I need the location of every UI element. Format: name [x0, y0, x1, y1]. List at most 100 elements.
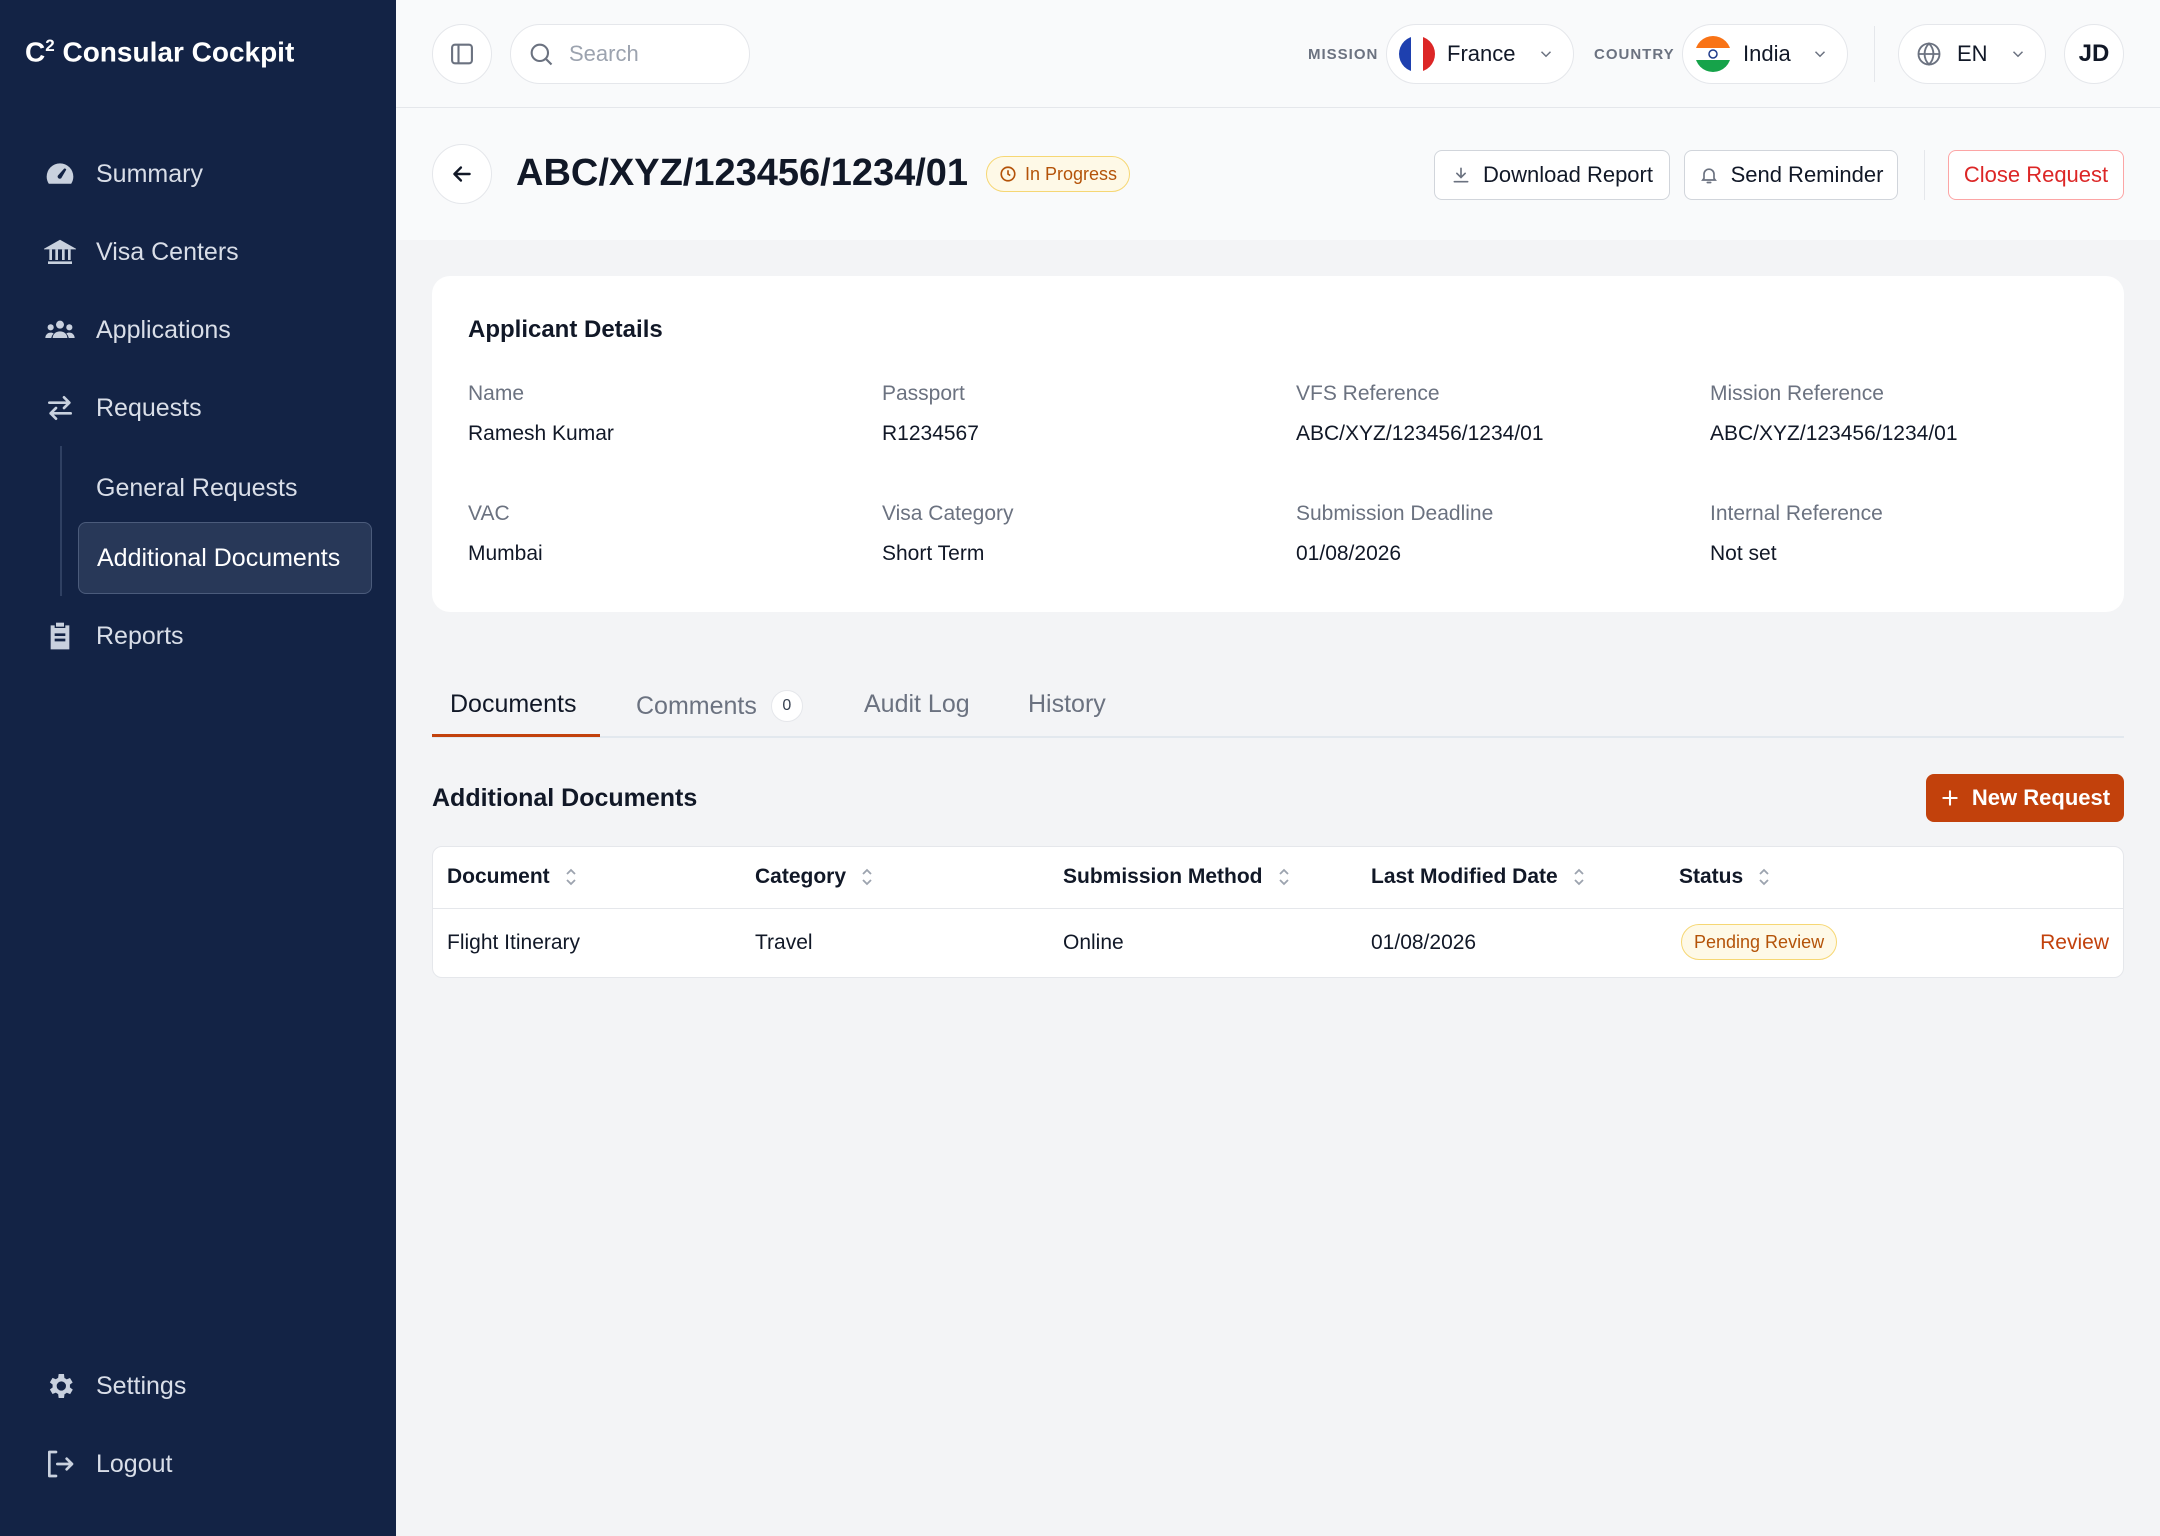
tab-history[interactable]: History [1028, 690, 1106, 719]
tab-label: Documents [450, 690, 577, 718]
gear-icon [40, 1366, 80, 1406]
column-header-document[interactable]: Document [447, 865, 578, 889]
download-report-button[interactable]: Download Report [1434, 150, 1670, 200]
mission-select[interactable]: France [1386, 24, 1574, 84]
cell-last-modified-date: 01/08/2026 [1371, 931, 1477, 954]
bell-icon [1700, 168, 1717, 184]
sidebar-subitem-additional-documents[interactable]: Additional Documents [78, 522, 372, 594]
sort-icon [1278, 868, 1289, 886]
sidebar-item-reports[interactable]: Reports [40, 610, 184, 662]
sort-icon [566, 868, 576, 886]
column-header-submission-method[interactable]: Submission Method [1063, 865, 1291, 889]
new-request-label: New Request [1971, 785, 2111, 810]
country-select[interactable]: India [1682, 24, 1848, 84]
request-header: ABC/XYZ/123456/1234/01 In Progress Downl… [396, 108, 2160, 240]
field-value-submission-deadline: 01/08/2026 [1296, 542, 1402, 565]
cell-category: Travel [755, 931, 813, 954]
status-text: In Progress [1025, 163, 1118, 184]
status-badge-pending-review: Pending Review [1681, 924, 1838, 960]
tab-label: History [1028, 690, 1106, 718]
globe-icon [1917, 42, 1941, 66]
cell-submission-method: Online [1063, 931, 1124, 954]
clock-icon [1000, 166, 1016, 182]
sidebar-toggle-button[interactable] [432, 24, 492, 84]
country-value: India [1743, 41, 1791, 66]
search-placeholder: Search [569, 41, 639, 66]
chevron-down-icon [1540, 51, 1552, 58]
sidebar-toggle-icon [451, 43, 473, 65]
top-bar: Search MISSION France COUNTRY India EN J… [396, 0, 2160, 108]
brand-superscript: 2 [45, 36, 55, 55]
sidebar-item-requests[interactable]: Requests [40, 382, 202, 434]
user-avatar[interactable]: JD [2064, 24, 2124, 84]
sidebar-item-summary[interactable]: Summary [40, 148, 203, 200]
arrows-exchange-icon [40, 388, 80, 428]
users-icon [40, 310, 80, 350]
app-brand: C2 Consular Cockpit [25, 36, 294, 68]
field-label-submission-deadline: Submission Deadline [1296, 502, 1494, 525]
column-header-label: Document [447, 865, 550, 888]
section-title: Additional Documents [432, 784, 698, 812]
search-input[interactable]: Search [510, 24, 750, 84]
logout-icon [40, 1444, 80, 1484]
sidebar: C2 Consular Cockpit Summary Visa Centers… [0, 0, 396, 1536]
column-header-label: Status [1679, 865, 1744, 888]
comments-count-badge: 0 [770, 690, 803, 722]
tab-audit-log[interactable]: Audit Log [864, 690, 970, 719]
sidebar-item-label: Requests [96, 393, 202, 422]
column-header-label: Category [755, 865, 847, 888]
field-value-vac: Mumbai [468, 542, 543, 565]
language-select[interactable]: EN [1898, 24, 2046, 84]
sidebar-subitem-label: Additional Documents [97, 543, 341, 572]
bank-icon [40, 232, 80, 272]
close-request-button[interactable]: Close Request [1948, 150, 2124, 200]
header-divider [1924, 150, 1925, 200]
sidebar-item-label: Applications [96, 315, 231, 344]
sidebar-item-visa-centers[interactable]: Visa Centers [40, 226, 239, 278]
tab-label: Comments [636, 691, 757, 720]
chevron-down-icon [1814, 51, 1826, 58]
brand-prefix: C [25, 36, 46, 68]
sidebar-item-label: Logout [96, 1449, 173, 1478]
field-label-visa-category: Visa Category [882, 502, 1014, 525]
arrow-left-icon [453, 166, 471, 182]
tab-comments[interactable]: Comments 0 [636, 690, 803, 722]
download-report-label: Download Report [1483, 162, 1653, 187]
topbar-divider [1874, 26, 1875, 82]
page-title: ABC/XYZ/123456/1234/01 [516, 152, 969, 194]
close-request-label: Close Request [1963, 162, 2109, 187]
sidebar-item-logout[interactable]: Logout [40, 1438, 172, 1490]
column-header-category[interactable]: Category [755, 865, 874, 889]
column-header-last-modified-date[interactable]: Last Modified Date [1371, 865, 1586, 889]
tab-documents[interactable]: Documents [450, 690, 576, 719]
plus-icon [1942, 790, 1958, 806]
column-header-label: Submission Method [1063, 865, 1263, 888]
sidebar-item-label: Settings [96, 1371, 187, 1400]
brand-name: Consular Cockpit [54, 36, 295, 68]
sidebar-item-applications[interactable]: Applications [40, 304, 231, 356]
india-flag-icon [1695, 36, 1731, 72]
table-header: Document Category Submission Method Last… [433, 847, 2123, 909]
mission-label: MISSION [1308, 46, 1379, 63]
sidebar-item-label: Reports [96, 621, 184, 650]
mission-value: France [1447, 41, 1516, 66]
applicant-details-card: Applicant Details Name Ramesh Kumar Pass… [432, 276, 2124, 612]
detail-tabs: Documents Comments 0 Audit Log History [432, 676, 2124, 738]
sidebar-item-settings[interactable]: Settings [40, 1360, 186, 1412]
sidebar-subitem-general-requests[interactable]: General Requests [96, 470, 298, 506]
sidebar-item-label: Summary [96, 159, 203, 188]
field-label-vfs-reference: VFS Reference [1296, 382, 1440, 405]
field-label-passport: Passport [882, 382, 965, 405]
new-request-button[interactable]: New Request [1926, 774, 2124, 822]
cell-document: Flight Itinerary [447, 931, 581, 954]
field-value-internal-reference: Not set [1710, 542, 1777, 565]
active-tab-indicator [432, 734, 600, 737]
back-button[interactable] [432, 144, 492, 204]
review-link[interactable]: Review [2040, 931, 2109, 955]
submenu-guide-line [60, 446, 62, 596]
column-header-status[interactable]: Status [1679, 865, 1771, 889]
send-reminder-button[interactable]: Send Reminder [1684, 150, 1898, 200]
field-value-passport: R1234567 [882, 422, 979, 445]
column-header-label: Last Modified Date [1371, 865, 1558, 888]
tab-label: Audit Log [864, 690, 970, 718]
